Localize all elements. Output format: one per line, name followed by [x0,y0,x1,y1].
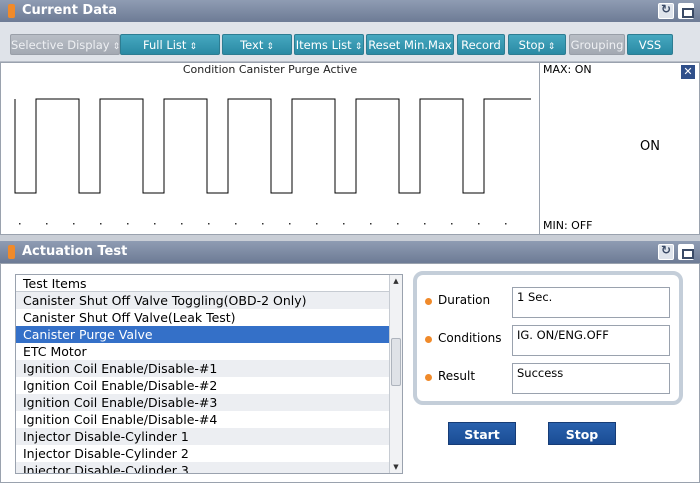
toolbar-button-label: Record [461,38,501,52]
toolbar-button-label: Full List [143,38,187,52]
flag-icon [8,4,15,18]
list-item[interactable]: ETC Motor [16,343,402,360]
time-tick [154,223,156,225]
result-label: Result [438,369,476,383]
list-item[interactable]: Injector Disable-Cylinder 2 [16,445,402,462]
scroll-up-icon[interactable]: ▲ [390,275,402,287]
bullet-icon [425,298,432,305]
close-icon[interactable]: ✕ [681,65,695,79]
time-tick [316,223,318,225]
min-label: MIN: OFF [543,219,593,232]
toolbar-button-selective-display[interactable]: Selective Display ⇕ [10,34,120,55]
duration-label: Duration [438,293,491,307]
window-icon[interactable] [678,244,694,260]
toolbar-button-label: Stop [518,38,545,52]
time-tick [289,223,291,225]
current-value: ON [640,139,660,154]
toolbar-button-text[interactable]: Text ⇕ [222,34,292,55]
list-item[interactable]: Ignition Coil Enable/Disable-#3 [16,394,402,411]
time-tick [397,223,399,225]
time-tick [235,223,237,225]
toolbar-button-vss[interactable]: VSS [627,34,673,55]
conditions-value: IG. ON/ENG.OFF [512,325,670,356]
time-tick [19,223,21,225]
duration-value: 1 Sec. [512,287,670,318]
time-tick [424,223,426,225]
signal-graph [14,98,531,225]
time-tick [181,223,183,225]
graph-title: Condition Canister Purge Active [182,63,358,76]
scrollbar[interactable]: ▲ ▼ [389,275,402,473]
current-data-title: Current Data [22,3,117,18]
window-icon[interactable] [678,3,694,19]
signal-line [14,98,531,194]
retry-icon[interactable] [658,2,674,19]
flag-icon [8,245,15,259]
start-button[interactable]: Start [448,422,516,445]
list-item[interactable]: Canister Purge Valve [16,326,402,343]
time-tick [208,223,210,225]
list-item[interactable]: Injector Disable-Cylinder 3 [16,462,402,473]
graph-side-panel: MAX: ON ON MIN: OFF ✕ [539,63,699,234]
list-item[interactable]: Ignition Coil Enable/Disable-#2 [16,377,402,394]
time-tick [262,223,264,225]
time-tick [370,223,372,225]
stop-button[interactable]: Stop [548,422,616,445]
conditions-label: Conditions [438,331,502,345]
time-tick [73,223,75,225]
list-item[interactable]: Canister Shut Off Valve(Leak Test) [16,309,402,326]
toolbar-button-grouping[interactable]: Grouping [569,34,625,55]
toolbar-button-reset-min-max[interactable]: Reset Min.Max [366,34,454,55]
toolbar-button-label: Selective Display [11,38,110,52]
list-item[interactable]: Ignition Coil Enable/Disable-#4 [16,411,402,428]
list-item[interactable]: Injector Disable-Cylinder 1 [16,428,402,445]
dropdown-arrows-icon: ⇕ [266,42,274,52]
time-tick [451,223,453,225]
test-info-box: Duration 1 Sec. Conditions IG. ON/ENG.OF… [413,271,683,405]
time-tick [127,223,129,225]
dropdown-arrows-icon: ⇕ [354,42,363,52]
toolbar-button-label: Items List [295,38,352,52]
scroll-down-icon[interactable]: ▼ [390,461,402,473]
bullet-icon [425,374,432,381]
list-item[interactable]: Ignition Coil Enable/Disable-#1 [16,360,402,377]
actuation-test-body: Test Items Canister Shut Off Valve Toggl… [0,263,700,483]
actuation-test-title: Actuation Test [22,244,128,259]
toolbar-button-record[interactable]: Record [457,34,505,55]
graph-area: Condition Canister Purge Active MAX: ON … [0,62,700,235]
max-label: MAX: ON [543,63,592,76]
toolbar-button-label: Reset Min.Max [368,38,452,52]
scroll-thumb[interactable] [391,338,401,386]
time-tick [505,223,507,225]
toolbar: Selective Display ⇕ Full List ⇕ Text ⇕ Items L… [0,22,700,62]
toolbar-button-full-list[interactable]: Full List ⇕ [120,34,220,55]
toolbar-button-label: Text [240,38,264,52]
current-data-header: Current Data [0,0,700,22]
list-header: Test Items [16,275,402,292]
time-tick [343,223,345,225]
retry-icon[interactable] [658,243,674,260]
dropdown-arrows-icon: ⇕ [189,42,197,52]
toolbar-button-items-list[interactable]: Items List ⇕ [294,34,364,55]
bullet-icon [425,336,432,343]
toolbar-button-label: Grouping [570,38,624,52]
time-tick [100,223,102,225]
list-item[interactable]: Canister Shut Off Valve Toggling(OBD-2 O… [16,292,402,309]
result-value: Success [512,363,670,394]
toolbar-button-stop[interactable]: Stop ⇕ [508,34,566,55]
toolbar-button-label: VSS [638,38,662,52]
time-tick [46,223,48,225]
actuation-test-header: Actuation Test [0,241,700,263]
dropdown-arrows-icon: ⇕ [547,42,556,52]
test-items-list: Test Items Canister Shut Off Valve Toggl… [15,274,403,474]
time-tick [478,223,480,225]
